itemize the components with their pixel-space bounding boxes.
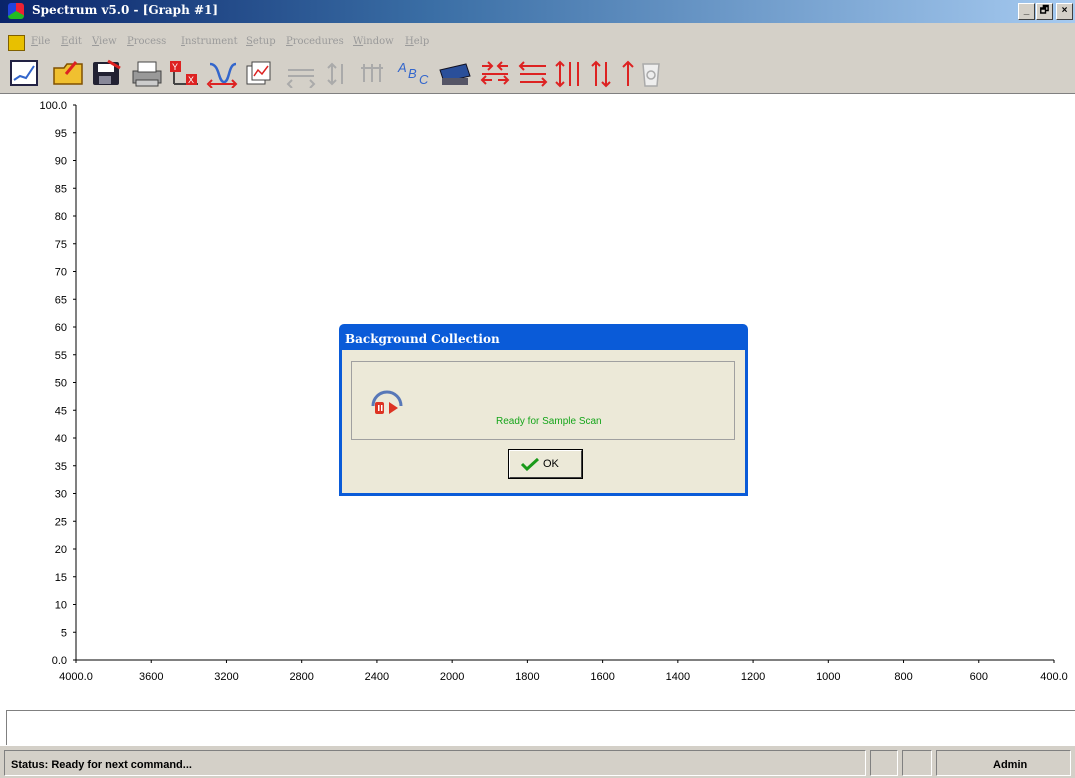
peak-pick-icon[interactable] — [206, 58, 240, 88]
y-tick-label: 75 — [55, 239, 67, 251]
minimize-button[interactable]: _ — [1018, 3, 1035, 20]
svg-text:Y: Y — [172, 62, 178, 72]
x-tick-label: 400.0 — [1040, 671, 1068, 683]
status-cell-2 — [902, 750, 932, 776]
open-folder-icon[interactable] — [52, 58, 86, 88]
xy-scale-icon[interactable]: YX — [168, 58, 202, 88]
x-tick-label: 3600 — [139, 671, 163, 683]
menu-edit[interactable]: Edit — [61, 36, 82, 47]
menu-view[interactable]: View — [92, 36, 117, 47]
text-label-icon[interactable]: ABC — [396, 58, 436, 88]
y-tick-label: 50 — [55, 378, 67, 390]
save-icon[interactable] — [90, 58, 124, 88]
scan-instrument-icon[interactable] — [436, 58, 474, 88]
y-tick-label: 90 — [55, 156, 67, 168]
y-tick-label: 60 — [55, 322, 67, 334]
menu-window[interactable]: Window — [353, 36, 394, 47]
x-tick-label: 2000 — [440, 671, 464, 683]
y-tick-label: 95 — [55, 128, 67, 140]
overlay-icon[interactable] — [244, 58, 274, 88]
dialog-body: Ready for Sample Scan OK — [342, 350, 745, 493]
dialog-title: Background Collection — [345, 332, 500, 346]
y-tick-label: 5 — [61, 627, 67, 639]
trash-icon[interactable] — [638, 58, 664, 88]
y-tick-label: 85 — [55, 183, 67, 195]
command-input-area[interactable] — [6, 710, 1075, 745]
y-tick-label: 25 — [55, 516, 67, 528]
menu-instrument[interactable]: Instrument — [181, 36, 238, 47]
scan-ready-icon — [371, 390, 403, 414]
x-tick-label: 800 — [894, 671, 912, 683]
vertical-expand-icon[interactable] — [324, 58, 348, 88]
x-tick-label: 4000.0 — [59, 671, 93, 683]
menu-bar: File Edit View Process Instrument Setup … — [0, 33, 1075, 53]
vertical-arrows-icon[interactable] — [552, 58, 586, 88]
svg-text:X: X — [188, 75, 194, 85]
toolbar: YX ABC — [0, 53, 1075, 94]
y-tick-label: 15 — [55, 572, 67, 584]
y-tick-label: 55 — [55, 350, 67, 362]
up-down-arrows-icon[interactable] — [590, 58, 618, 88]
y-tick-label: 10 — [55, 600, 67, 612]
app-icon[interactable] — [8, 3, 24, 19]
compress-horizontal-icon[interactable] — [478, 58, 512, 88]
menu-setup[interactable]: Setup — [246, 36, 276, 47]
dialog-message: Ready for Sample Scan — [496, 416, 602, 427]
ok-button[interactable]: OK — [508, 449, 583, 479]
y-tick-label: 45 — [55, 405, 67, 417]
x-tick-label: 1400 — [666, 671, 690, 683]
x-tick-label: 3200 — [214, 671, 238, 683]
y-tick-label: 80 — [55, 211, 67, 223]
x-tick-label: 1600 — [590, 671, 614, 683]
x-tick-label: 2400 — [365, 671, 389, 683]
y-tick-label: 20 — [55, 544, 67, 556]
mdi-strip — [0, 23, 1075, 33]
horizontal-expand-icon[interactable] — [284, 58, 318, 88]
y-tick-label: 100.0 — [39, 100, 67, 112]
y-tick-label: 65 — [55, 294, 67, 306]
y-tick-label: 35 — [55, 461, 67, 473]
menu-process[interactable]: Process — [127, 36, 166, 47]
y-tick-label: 40 — [55, 433, 67, 445]
title-bar: Spectrum v5.0 - [Graph #1] _ 🗗 × — [0, 0, 1075, 23]
y-tick-label: 0.0 — [52, 655, 67, 667]
restore-button[interactable]: 🗗 — [1036, 3, 1053, 20]
menu-help[interactable]: Help — [405, 36, 429, 47]
x-tick-label: 1200 — [741, 671, 765, 683]
up-arrow-icon[interactable] — [618, 58, 638, 88]
status-text: Status: Ready for next command... — [4, 750, 866, 776]
check-icon — [520, 457, 540, 471]
x-tick-label: 1800 — [515, 671, 539, 683]
svg-text:A: A — [397, 60, 407, 75]
svg-text:B: B — [408, 66, 417, 81]
x-tick-label: 1000 — [816, 671, 840, 683]
y-tick-label: 30 — [55, 489, 67, 501]
status-cell-1 — [870, 750, 898, 776]
x-tick-label: 2800 — [289, 671, 313, 683]
close-button[interactable]: × — [1056, 3, 1073, 20]
menu-file[interactable]: File — [31, 36, 50, 47]
x-tick-label: 600 — [970, 671, 988, 683]
document-icon[interactable] — [8, 35, 25, 51]
dialog-message-group — [351, 361, 735, 440]
ok-button-label: OK — [543, 458, 559, 470]
new-graph-icon[interactable] — [8, 58, 40, 88]
status-bar: Status: Ready for next command... Admin — [0, 746, 1075, 778]
svg-text:C: C — [419, 72, 429, 87]
background-collection-dialog: Background Collection Ready for Sample S… — [339, 324, 748, 496]
menu-procedures[interactable]: Procedures — [286, 36, 344, 47]
cursor-icon[interactable] — [358, 58, 386, 88]
expand-horizontal-icon[interactable] — [516, 58, 550, 88]
status-user: Admin — [936, 750, 1071, 776]
y-tick-label: 70 — [55, 267, 67, 279]
print-icon[interactable] — [130, 58, 164, 88]
window-title: Spectrum v5.0 - [Graph #1] — [32, 3, 219, 17]
